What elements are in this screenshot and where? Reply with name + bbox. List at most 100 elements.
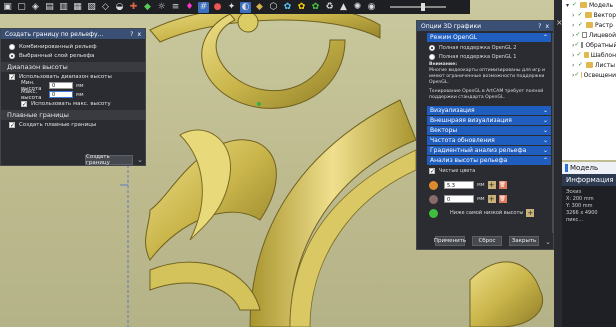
delete-icon[interactable]: 🗑	[498, 195, 507, 203]
axis-icon[interactable]: ✚	[128, 2, 139, 13]
cube-left-icon[interactable]: ▤	[44, 2, 55, 13]
relief-icon[interactable]: ◆	[254, 2, 265, 13]
visibility-check-icon[interactable]: ✓	[578, 62, 584, 68]
section-smooth-bounds[interactable]: Плавные границы	[1, 110, 145, 120]
transparency-slider[interactable]	[390, 3, 446, 11]
grid-icon[interactable]: #	[198, 1, 209, 13]
add-icon[interactable]: +	[487, 181, 496, 189]
cube-back-icon[interactable]: ▦	[72, 2, 83, 13]
color-swatch[interactable]	[429, 208, 438, 218]
visibility-check-icon[interactable]: ✓	[574, 42, 579, 48]
radio-opengl-1[interactable]	[429, 53, 435, 60]
cube-persp-icon[interactable]: ◇	[100, 2, 111, 13]
chevron-down-icon: ⌄	[542, 117, 548, 124]
visibility-check-icon[interactable]: ✓	[574, 72, 579, 78]
section-gradient-analysis[interactable]: Градиентный анализ рельефа ⌄	[427, 146, 551, 155]
pure-colors-checkbox[interactable]: ✓	[429, 167, 435, 174]
tab-model[interactable]: Модель	[562, 162, 616, 174]
tree-item[interactable]: › ✓ Листы	[562, 60, 616, 70]
cube-front-icon[interactable]: ▣	[2, 2, 13, 13]
cube-right-icon[interactable]: ▥	[58, 2, 69, 13]
toggle-icon[interactable]: ◐	[240, 1, 251, 13]
cube-iso-icon[interactable]: ◈	[30, 2, 41, 13]
pure-colors-row[interactable]: ✓ Чистые цвета	[427, 166, 551, 175]
cube-bottom-icon[interactable]: ▧	[86, 2, 97, 13]
section-opengl-mode[interactable]: Режим OpenGL ⌃	[427, 33, 551, 42]
visibility-check-icon[interactable]: ✓	[575, 32, 580, 38]
visibility-check-icon[interactable]: ✓	[578, 22, 584, 28]
tree-item[interactable]: › ✓ Освещени	[562, 70, 616, 80]
section-height-analysis[interactable]: Анализ высоты рельефа ⌃	[427, 156, 551, 165]
max-height-input[interactable]: 0	[49, 91, 73, 98]
visibility-icon[interactable]: ◉	[366, 2, 377, 13]
height-input-1[interactable]: 5.3	[444, 181, 474, 189]
chevron-down-icon[interactable]: ⌄	[545, 238, 551, 246]
slider-handle[interactable]	[420, 3, 425, 11]
layers-icon[interactable]: ≡	[170, 2, 181, 13]
tree-item[interactable]: › ✓ Вектор	[562, 10, 616, 20]
material-icon[interactable]: ✿	[310, 2, 321, 13]
bulb-icon[interactable]: ♦	[184, 2, 195, 13]
visibility-check-icon[interactable]: ✓	[572, 2, 578, 8]
use-max-checkbox[interactable]: ✓	[21, 100, 27, 107]
help-button[interactable]: ?	[538, 23, 541, 30]
create-bounds-checkbox[interactable]: ✓	[9, 121, 15, 128]
palette-icon[interactable]: ✿	[296, 2, 307, 13]
delete-icon[interactable]: 🗑	[498, 181, 507, 189]
panel-splitter[interactable]	[554, 0, 562, 327]
chevron-down-icon[interactable]: ⌄	[135, 155, 145, 165]
create-boundary-button[interactable]: Создать границу	[85, 154, 133, 166]
light-icon[interactable]: ☼	[156, 2, 167, 13]
colors-icon[interactable]: ◆	[142, 2, 153, 13]
close-button[interactable]: x	[137, 31, 141, 38]
visibility-check-icon[interactable]: ✓	[577, 52, 582, 58]
close-dialog-button[interactable]: Закрыть	[509, 236, 539, 246]
folder-icon	[585, 12, 592, 18]
apply-button[interactable]: Применить	[434, 236, 466, 246]
height-input-2[interactable]: 0	[444, 195, 474, 203]
vector-icon[interactable]: ⬡	[268, 2, 279, 13]
scrollbar[interactable]	[552, 33, 554, 233]
radio-selected-layer[interactable]	[9, 52, 15, 59]
panel-title-bar[interactable]: Опции 3D графики ? x	[417, 21, 553, 31]
color-swatch[interactable]	[429, 194, 438, 204]
help-button[interactable]: ?	[130, 31, 133, 38]
color-swatch[interactable]	[429, 180, 438, 190]
tree-item[interactable]: › ✓ Растр	[562, 20, 616, 30]
use-max-row[interactable]: ✓ Использовать макс. высоту	[1, 99, 145, 108]
reset-button[interactable]: Сброс	[472, 236, 502, 246]
option-combined[interactable]: Комбинированный рельеф	[1, 42, 145, 51]
option-selected-layer[interactable]: Выбранный слой рельефа	[1, 51, 145, 60]
panel-title: Опции 3D графики	[421, 22, 481, 30]
use-range-checkbox[interactable]: ✓	[9, 73, 15, 80]
tree-item[interactable]: › ✓ Обратный	[562, 40, 616, 50]
panel-title-bar[interactable]: Создать границу по рельефу... ? x	[1, 29, 145, 39]
snap-icon[interactable]: ●	[212, 2, 223, 13]
add-icon[interactable]: +	[526, 209, 535, 217]
toolpath-icon[interactable]: ♻	[324, 2, 335, 13]
cube-top-icon[interactable]: ▢	[16, 2, 27, 13]
tree-item[interactable]: ▾ ✓ Модель	[562, 0, 616, 10]
section-refresh-rate[interactable]: Частота обновления ⌄	[427, 136, 551, 145]
tree-item[interactable]: › ✓ Лицевой	[562, 30, 616, 40]
texture-icon[interactable]: ✿	[282, 2, 293, 13]
min-height-input[interactable]: 0	[49, 82, 73, 89]
add-icon[interactable]: +	[487, 195, 496, 203]
render-icon[interactable]: ✦	[226, 2, 237, 13]
opengl-option-1[interactable]: Полная поддержка OpenGL 1	[427, 52, 551, 61]
section-vectors[interactable]: Векторы ⌄	[427, 126, 551, 135]
opengl-option-2[interactable]: Полная поддержка OpenGL 2	[427, 43, 551, 52]
section-height-range[interactable]: Диапазон высоты	[1, 62, 145, 72]
create-bounds-row[interactable]: ✓ Создать плавные границы	[1, 120, 145, 129]
radio-opengl-2[interactable]	[429, 44, 435, 51]
info-line: Эскиз	[566, 189, 582, 195]
section-external-visualization[interactable]: Внешнраяя визуализация ⌄	[427, 116, 551, 125]
radio-combined[interactable]	[9, 43, 15, 50]
close-button[interactable]: x	[545, 23, 549, 30]
sun-icon[interactable]: ✺	[352, 2, 363, 13]
visibility-check-icon[interactable]: ✓	[578, 12, 584, 18]
shade-icon[interactable]: ◒	[114, 2, 125, 13]
tree-item[interactable]: › ✓ Шаблон	[562, 50, 616, 60]
section-visualization[interactable]: Визуализация ⌄	[427, 106, 551, 115]
sim-icon[interactable]: ▲	[338, 2, 349, 13]
